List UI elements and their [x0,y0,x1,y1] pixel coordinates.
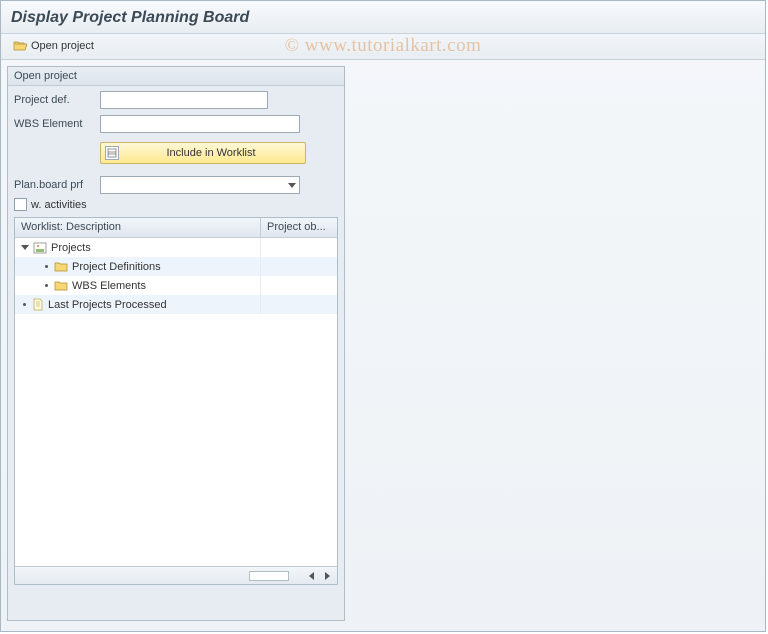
project-def-row: Project def. [14,90,338,110]
folder-open-icon [13,40,27,52]
titlebar: Display Project Planning Board [1,1,765,34]
open-project-label: Open project [31,40,94,52]
worklist-tree: Worklist: Description Project ob... [14,217,338,585]
wbs-element-row: WBS Element [14,114,338,134]
tree-row-project-definitions[interactable]: Project Definitions [15,257,337,276]
worklist-icon [105,146,119,160]
folder-icon [54,280,68,291]
plan-board-prf-label: Plan.board prf [14,179,100,191]
tree-node-label: Projects [51,242,91,254]
wbs-element-input[interactable] [100,115,300,133]
include-worklist-row: Include in Worklist [14,142,344,164]
tree-row-last-projects[interactable]: Last Projects Processed [15,295,337,314]
bullet-icon [23,303,26,306]
bullet-icon [45,265,48,268]
w-activities-row: w. activities [8,196,344,217]
project-def-label: Project def. [14,94,100,106]
tree-row-projects[interactable]: Projects [15,238,337,257]
document-icon [32,298,44,311]
bullet-icon [45,284,48,287]
form-area: Project def. WBS Element [8,86,344,140]
open-project-button[interactable]: Open project [9,39,98,53]
scroll-left-button[interactable] [305,570,317,582]
horizontal-scrollbar[interactable] [249,571,289,581]
scroll-right-button[interactable] [321,570,333,582]
tree-node-label: Project Definitions [72,261,161,273]
tree-header: Worklist: Description Project ob... [15,218,337,238]
app-window: Display Project Planning Board © www.tut… [0,0,766,632]
triangle-left-icon [309,572,314,580]
triangle-right-icon [325,572,330,580]
include-in-worklist-label: Include in Worklist [125,147,297,159]
panel-title: Open project [8,67,344,86]
plan-board-prf-row: Plan.board prf [8,174,344,196]
tree-node-label: Last Projects Processed [48,299,167,311]
chevron-down-icon [288,183,296,188]
tree-body: Projects Project Definitio [15,238,337,566]
projects-icon [33,242,47,254]
wbs-element-label: WBS Element [14,118,100,130]
folder-icon [54,261,68,272]
tree-row-wbs-elements[interactable]: WBS Elements [15,276,337,295]
project-def-input[interactable] [100,91,268,109]
w-activities-checkbox[interactable] [14,198,27,211]
content-area: Open project Project def. WBS Element [1,60,765,627]
tree-node-label: WBS Elements [72,280,146,292]
w-activities-label: w. activities [31,199,87,211]
page-title: Display Project Planning Board [11,9,755,27]
plan-board-prf-dropdown[interactable] [100,176,300,194]
open-project-panel: Open project Project def. WBS Element [7,66,345,621]
expand-toggle-icon[interactable] [21,245,29,250]
toolbar: Open project [1,34,765,60]
tree-header-col1: Worklist: Description [15,218,261,237]
include-in-worklist-button[interactable]: Include in Worklist [100,142,306,164]
tree-header-col2: Project ob... [261,218,337,237]
tree-footer [15,566,337,584]
